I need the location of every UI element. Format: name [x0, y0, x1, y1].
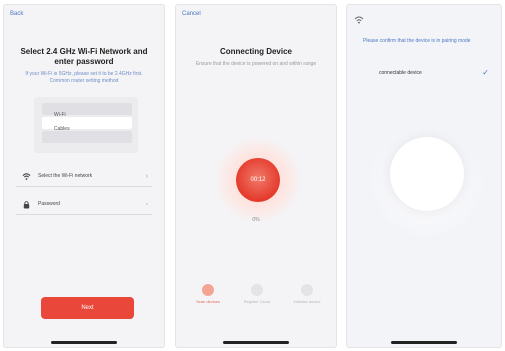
- step-register: Register Cloud: [237, 284, 277, 304]
- lock-icon: [22, 200, 31, 209]
- pairing-mode-link[interactable]: Please confirm that the device is in pai…: [363, 38, 485, 44]
- step-initialize: Initialize device: [287, 284, 327, 304]
- wifi-icon: [354, 11, 364, 24]
- step-dot-icon: [202, 284, 214, 296]
- step-dot-icon: [301, 284, 313, 296]
- next-button[interactable]: Next: [41, 297, 134, 319]
- wifi-network-field[interactable]: Select the Wi-Fi network ›: [16, 169, 152, 187]
- back-link[interactable]: Back: [10, 11, 23, 17]
- page-title: Connecting Device: [219, 47, 292, 56]
- wifi-setup-screen: Back Select 2.4 GHz Wi-Fi Network and en…: [3, 4, 165, 348]
- device-name: connectable device: [379, 70, 422, 76]
- home-indicator: [51, 341, 117, 344]
- chevron-right-icon: ›: [145, 173, 148, 180]
- list-item: Wi-Fi: [42, 103, 132, 118]
- step-dot-icon: [251, 284, 263, 296]
- connecting-screen: Cancel Connecting Device Ensure that the…: [175, 4, 337, 348]
- list-item: Cables: [42, 117, 132, 132]
- step-label: Initialize device: [293, 299, 321, 304]
- step-scan: Scan devices: [188, 284, 228, 304]
- password-field[interactable]: Password ◦: [16, 197, 152, 215]
- list-item: [42, 131, 132, 143]
- step-label: Scan devices: [196, 299, 220, 304]
- wifi-field-label: Select the Wi-Fi network: [38, 173, 93, 179]
- search-radar: [390, 137, 464, 211]
- progress-text: 0%: [252, 217, 260, 223]
- device-list-item[interactable]: connectable device ✓: [369, 67, 493, 81]
- page-title: Select 2.4 GHz Wi-Fi Network and enter p…: [20, 47, 148, 66]
- progress-steps: Scan devices Register Cloud Initialize d…: [176, 284, 336, 314]
- step-label: Register Cloud: [243, 299, 271, 304]
- check-icon: ✓: [482, 68, 489, 77]
- wifi-icon: [22, 172, 31, 181]
- connecting-pulse: 00:12: [236, 158, 280, 202]
- cancel-link[interactable]: Cancel: [182, 11, 201, 17]
- home-indicator: [391, 341, 457, 344]
- device-search-screen: Please confirm that the device is in pai…: [346, 4, 502, 348]
- password-field-label: Password: [38, 201, 60, 207]
- eye-icon[interactable]: ◦: [146, 200, 148, 209]
- router-hint-link[interactable]: If your Wi-Fi is 5GHz, please set it to …: [18, 71, 150, 85]
- wifi-list-illustration: Wi-Fi Cables: [34, 97, 138, 153]
- page-subtitle: Ensure that the device is powered on and…: [195, 61, 317, 67]
- home-indicator: [223, 341, 289, 344]
